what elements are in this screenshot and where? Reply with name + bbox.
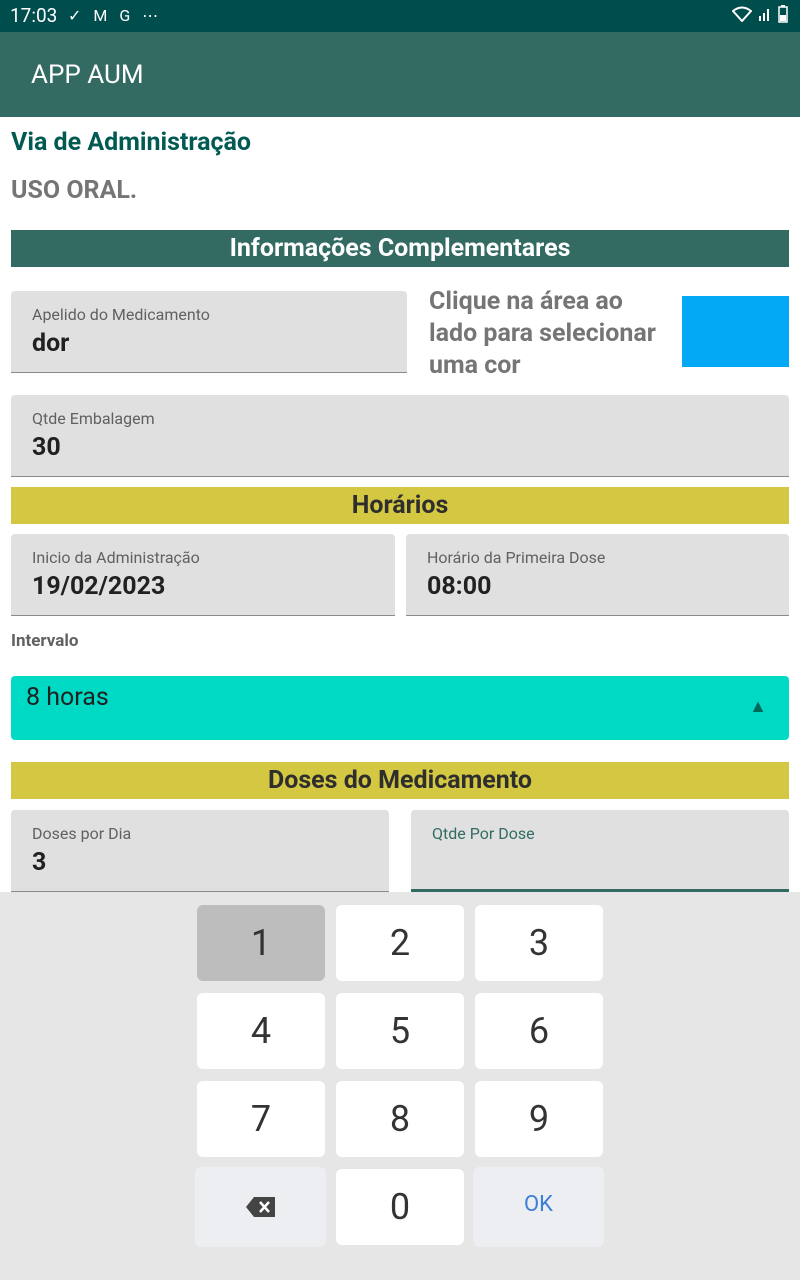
key-1[interactable]: 1 [197,905,325,981]
schedule-header: Horários [11,487,789,524]
package-qty-label: Qtde Embalagem [32,409,155,428]
interval-label: Intervalo [11,631,79,651]
color-hint: Clique na área ao lado para selecionar u… [429,287,656,380]
key-2[interactable]: 2 [336,905,464,981]
start-date-label: Inicio da Administração [32,548,200,567]
key-7[interactable]: 7 [197,1081,325,1157]
first-dose-label: Horário da Primeira Dose [427,548,606,567]
ok-key[interactable]: OK [473,1167,604,1247]
complementary-header: Informações Complementares [11,230,789,267]
nickname-value: dor [32,329,70,358]
doses-header: Doses do Medicamento [11,762,789,799]
wifi-icon [732,6,752,22]
key-3[interactable]: 3 [475,905,603,981]
interval-dropdown[interactable]: 8 horas ▲ [11,676,789,740]
status-time: 17:03 [10,4,58,27]
package-qty-value: 30 [32,433,61,462]
numeric-keyboard: 1 2 3 4 5 6 7 8 9 0 OK [0,892,800,1280]
key-8[interactable]: 8 [336,1081,464,1157]
signal-icon [759,9,769,21]
start-date-value: 19/02/2023 [32,572,166,601]
system-icons [732,5,788,23]
battery-icon [778,5,788,23]
first-dose-field[interactable]: Horário da Primeira Dose 08:00 [406,534,789,616]
status-bar: 17:03 ✓ M G ⋯ [0,0,800,32]
route-label: Via de Administração [11,128,252,157]
qty-per-dose-field[interactable]: Qtde Por Dose [411,810,789,892]
first-dose-value: 08:00 [427,572,492,601]
key-5[interactable]: 5 [336,993,464,1069]
key-9[interactable]: 9 [475,1081,603,1157]
app-title: APP AUM [31,60,144,90]
key-6[interactable]: 6 [475,993,603,1069]
qty-per-dose-label: Qtde Por Dose [432,824,535,843]
color-picker-swatch[interactable] [682,296,789,367]
doses-per-day-field[interactable]: Doses por Dia 3 [11,810,389,892]
package-qty-field[interactable]: Qtde Embalagem 30 [11,395,789,477]
doses-per-day-value: 3 [32,848,47,877]
start-date-field[interactable]: Inicio da Administração 19/02/2023 [11,534,395,616]
notification-icons: ✓ M G ⋯ [68,6,163,25]
route-value: USO ORAL. [11,176,138,205]
interval-value: 8 horas [26,683,109,712]
doses-per-day-label: Doses por Dia [32,824,132,843]
dropdown-arrow-icon: ▲ [749,696,767,717]
nickname-label: Apelido do Medicamento [32,305,210,324]
key-4[interactable]: 4 [197,993,325,1069]
nickname-field[interactable]: Apelido do Medicamento dor [11,291,407,373]
key-0[interactable]: 0 [336,1169,464,1245]
backspace-icon [245,1197,275,1217]
app-bar: APP AUM [0,32,800,117]
backspace-key[interactable] [195,1167,326,1247]
